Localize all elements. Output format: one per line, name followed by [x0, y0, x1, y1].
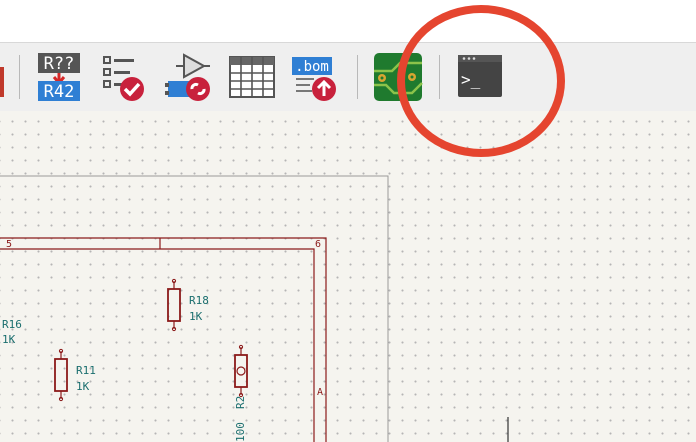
- row-label-a: A: [317, 387, 323, 398]
- schematic-overlay: 5 6 A R16 1K R18 1K R11 1K R2 100: [0, 5, 565, 442]
- sheet-frame-outer: [0, 237, 327, 442]
- resistor-r2[interactable]: [234, 344, 248, 398]
- column-label-5: 5: [6, 239, 12, 250]
- r11-value: 1K: [76, 380, 90, 393]
- r16-value: 1K: [2, 333, 16, 346]
- highlight-circle: [397, 5, 565, 157]
- r2-value: 100: [234, 422, 247, 442]
- r18-value: 1K: [189, 310, 203, 323]
- page-border: [0, 175, 389, 442]
- r11-ref: R11: [76, 364, 96, 377]
- r2-ref: R2: [234, 396, 247, 409]
- resistor-r18[interactable]: [167, 278, 181, 332]
- resistor-r11[interactable]: [54, 348, 68, 402]
- r16-ref: R16: [2, 318, 22, 331]
- sheet-frame-inner: [0, 248, 315, 442]
- r18-ref: R18: [189, 294, 209, 307]
- column-label-6: 6: [315, 239, 321, 250]
